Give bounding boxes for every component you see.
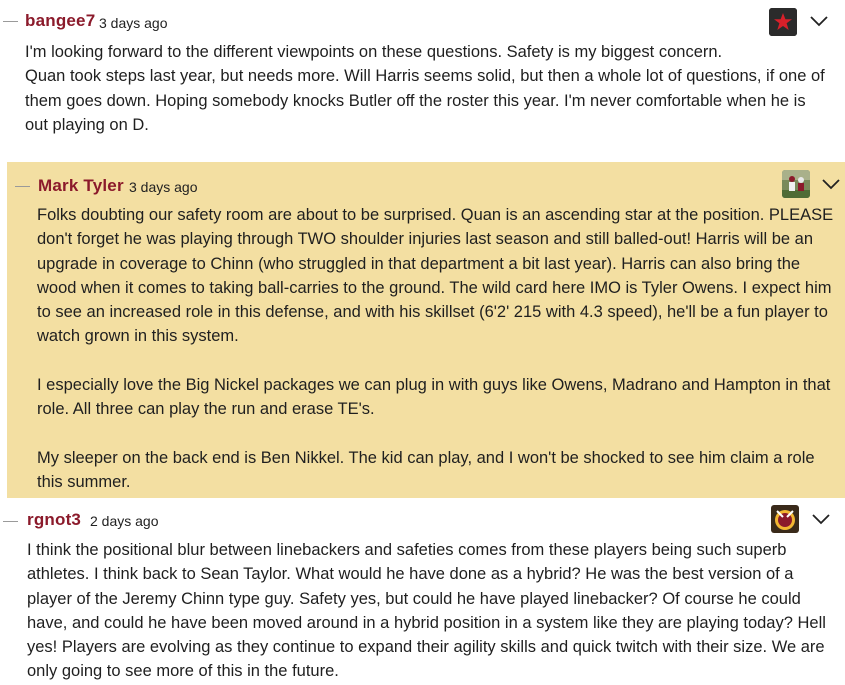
comment-highlighted: Mark Tyler 3 days ago Folks doubting our…: [7, 162, 845, 498]
comment-paragraph: I especially love the Big Nickel package…: [37, 376, 835, 419]
comment-paragraph: I'm looking forward to the different vie…: [25, 43, 825, 134]
red-star-icon[interactable]: [769, 8, 797, 36]
chevron-down-icon[interactable]: [810, 508, 832, 530]
comment-paragraph: I think the positional blur between line…: [27, 541, 831, 681]
comment-paragraph: My sleeper on the back end is Ben Nikkel…: [37, 448, 820, 492]
comment-body: I think the positional blur between line…: [27, 538, 827, 684]
comment-header: Mark Tyler 3 days ago: [7, 162, 845, 202]
comment-timestamp: 3 days ago: [129, 179, 198, 195]
username-link[interactable]: Mark Tyler: [38, 176, 124, 196]
thread-line: [15, 186, 30, 187]
comment: bangee7 3 days ago I'm looking forward t…: [0, 0, 845, 152]
comment-timestamp: 3 days ago: [99, 15, 168, 31]
comment-header: bangee7 3 days ago: [0, 0, 845, 40]
chevron-down-icon[interactable]: [808, 10, 830, 32]
thread-line: [3, 21, 18, 22]
comment-body: I'm looking forward to the different vie…: [25, 40, 825, 137]
username-link[interactable]: rgnot3: [27, 510, 81, 530]
helmet-logo-icon[interactable]: [771, 505, 799, 533]
football-player-photo-icon[interactable]: [782, 170, 810, 198]
comment-timestamp: 2 days ago: [90, 513, 159, 529]
thread-line: [3, 521, 18, 522]
comment-body: Folks doubting our safety room are about…: [37, 203, 837, 495]
username-link[interactable]: bangee7: [25, 11, 95, 31]
chevron-down-icon[interactable]: [820, 173, 842, 195]
comment-paragraph: Folks doubting our safety room are about…: [37, 206, 838, 346]
comment: rgnot3 2 days ago I think the positional…: [0, 505, 845, 685]
